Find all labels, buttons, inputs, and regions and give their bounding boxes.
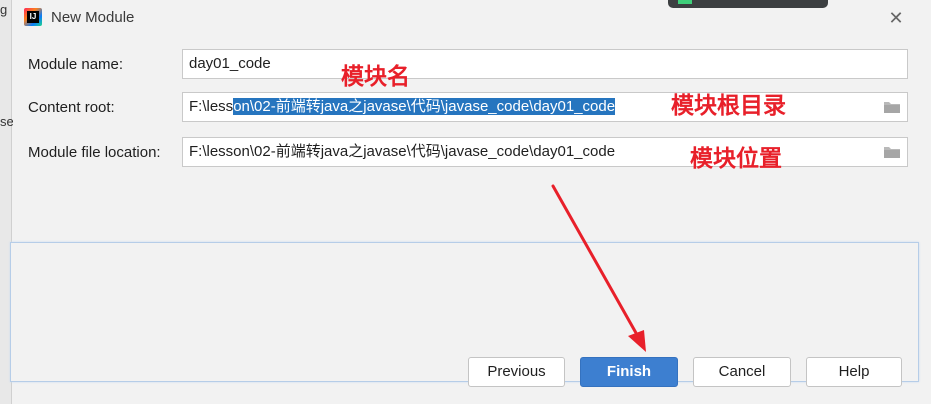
content-root-row: Content root: F:\lesson\02-前端转java之javas… [13,92,931,122]
content-root-label: Content root: [28,99,115,116]
background-text-fragment: g [0,2,8,17]
dialog-title: New Module [51,9,135,26]
cancel-button[interactable]: Cancel [693,357,791,387]
intellij-app-icon: IJ [24,8,42,26]
help-button[interactable]: Help [806,357,902,387]
finish-button[interactable]: Finish [580,357,678,387]
module-file-location-label: Module file location: [28,144,161,161]
module-name-label: Module name: [28,56,124,73]
annotation-module-location: 模块位置 [690,146,782,172]
content-root-input[interactable]: F:\lesson\02-前端转java之javase\代码\javase_co… [182,92,908,122]
module-file-location-row: Module file location: F:\lesson\02-前端转ja… [13,137,931,167]
folder-icon[interactable] [883,100,901,114]
folder-icon[interactable] [883,145,901,159]
annotation-content-root: 模块根目录 [671,93,786,119]
close-icon[interactable]: ✕ [887,9,905,27]
module-name-input[interactable]: day01_code [182,49,908,79]
selected-text: on\02-前端转java之javase\代码\javase_code\day0… [233,98,616,115]
background-text-fragment: se [0,114,14,129]
annotation-module-name: 模块名 [341,64,410,90]
module-file-location-input[interactable]: F:\lesson\02-前端转java之javase\代码\javase_co… [182,137,908,167]
previous-button[interactable]: Previous [468,357,565,387]
title-bar: IJ New Module ✕ [13,0,931,36]
module-name-row: Module name: day01_code [13,49,931,79]
